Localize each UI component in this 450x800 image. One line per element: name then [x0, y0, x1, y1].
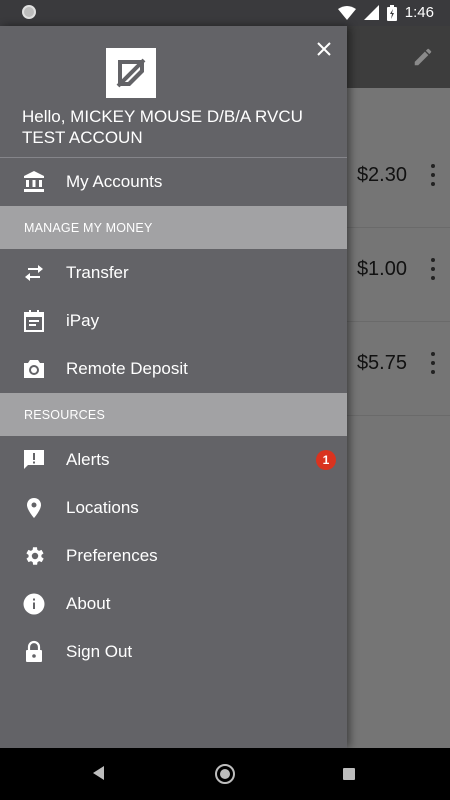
battery-icon	[386, 4, 397, 21]
more-options-icon[interactable]	[430, 164, 436, 186]
notification-icon	[22, 5, 36, 19]
swap-arrows-icon	[22, 261, 46, 285]
menu-label: My Accounts	[66, 172, 163, 191]
recents-icon[interactable]	[343, 768, 355, 780]
menu-item-transfer[interactable]: Transfer	[0, 249, 347, 297]
info-icon	[22, 592, 46, 616]
menu-item-about[interactable]: About	[0, 580, 347, 628]
menu-label: Remote Deposit	[66, 359, 188, 378]
menu-label: Alerts	[66, 450, 110, 469]
close-icon	[317, 42, 331, 56]
location-pin-icon	[22, 496, 46, 520]
account-balance: $5.75	[356, 352, 407, 374]
status-time: 1:46	[404, 4, 434, 21]
edit-icon[interactable]	[412, 46, 434, 68]
system-nav-bar	[0, 748, 450, 800]
status-bar: 1:46	[0, 0, 450, 26]
lock-icon	[22, 640, 46, 664]
menu-item-ipay[interactable]: iPay	[0, 297, 347, 345]
navigation-drawer: Hello, MICKEY MOUSE D/B/A RVCU TEST ACCO…	[0, 26, 347, 748]
calendar-icon	[22, 309, 46, 333]
menu-item-preferences[interactable]: Preferences	[0, 532, 347, 580]
menu-label: iPay	[66, 311, 100, 330]
greeting-text: Hello, MICKEY MOUSE D/B/A RVCU TEST ACCO…	[22, 107, 303, 147]
section-header-manage-money: MANAGE MY MONEY	[0, 206, 347, 249]
logo	[106, 48, 156, 98]
home-icon[interactable]	[215, 764, 235, 784]
menu-item-alerts[interactable]: Alerts 1	[0, 436, 347, 484]
alerts-badge: 1	[316, 450, 336, 470]
menu-label: Transfer	[66, 263, 129, 282]
more-options-icon[interactable]	[430, 258, 436, 280]
signal-icon	[363, 5, 379, 20]
account-balance: $1.00	[356, 258, 407, 280]
gear-icon	[22, 544, 46, 568]
drawer-header: Hello, MICKEY MOUSE D/B/A RVCU TEST ACCO…	[0, 26, 347, 158]
menu-item-sign-out[interactable]: Sign Out	[0, 628, 347, 676]
camera-icon	[22, 357, 46, 381]
alert-message-icon	[22, 448, 46, 472]
menu-item-remote-deposit[interactable]: Remote Deposit	[0, 345, 347, 393]
more-options-icon[interactable]	[430, 352, 436, 374]
back-icon[interactable]	[93, 766, 104, 780]
close-button[interactable]	[313, 38, 335, 60]
menu-label: Locations	[66, 498, 139, 517]
menu-label: Preferences	[66, 546, 158, 565]
account-balance: $2.30	[356, 164, 407, 186]
menu-label: About	[66, 594, 111, 613]
bank-icon	[22, 170, 46, 194]
status-indicators: 1:46	[337, 4, 434, 21]
menu-item-locations[interactable]: Locations	[0, 484, 347, 532]
menu-label: Sign Out	[66, 642, 133, 661]
menu-item-my-accounts[interactable]: My Accounts	[0, 158, 347, 206]
section-header-resources: RESOURCES	[0, 393, 347, 436]
wifi-icon	[337, 5, 356, 20]
